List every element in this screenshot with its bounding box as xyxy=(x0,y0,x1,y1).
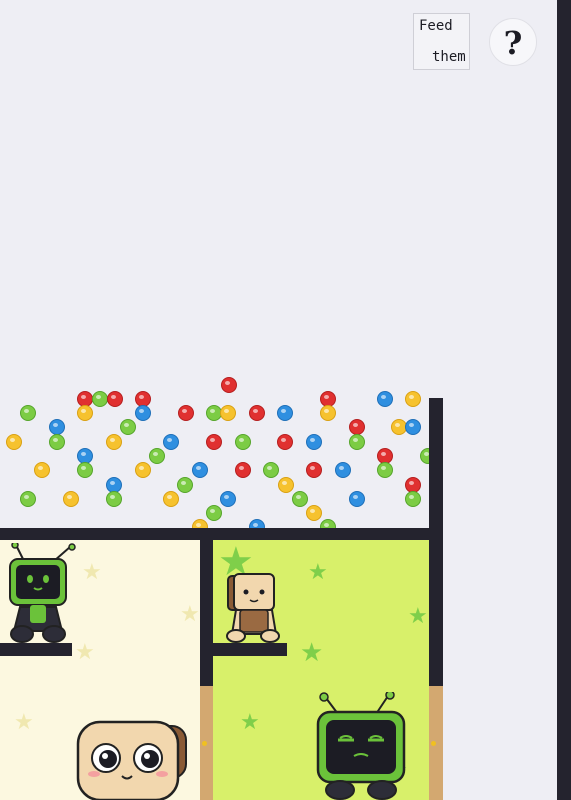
ball xyxy=(206,434,222,450)
ball xyxy=(306,462,322,478)
ball xyxy=(220,491,236,507)
ball xyxy=(335,462,351,478)
them-label: them xyxy=(432,49,466,65)
ball xyxy=(77,462,93,478)
toast-creature[interactable] xyxy=(70,716,190,800)
ball xyxy=(135,405,151,421)
ball xyxy=(405,419,421,435)
door-knob xyxy=(202,741,207,746)
ball xyxy=(163,491,179,507)
room-divider xyxy=(200,540,213,686)
ball xyxy=(349,419,365,435)
ball xyxy=(163,434,179,450)
ball xyxy=(6,434,22,450)
ball xyxy=(106,434,122,450)
feed-label: Feed xyxy=(419,18,453,34)
ball xyxy=(263,462,279,478)
ball xyxy=(277,434,293,450)
door-knob xyxy=(431,741,436,746)
ball xyxy=(92,391,108,407)
ball xyxy=(235,434,251,450)
ball xyxy=(20,491,36,507)
ball xyxy=(106,491,122,507)
star-decoration: ★ xyxy=(408,604,428,629)
ball xyxy=(320,405,336,421)
ball xyxy=(77,405,93,421)
star-decoration: ★ xyxy=(240,710,260,735)
ball xyxy=(149,448,165,464)
ball xyxy=(63,491,79,507)
pit-right-wall xyxy=(429,398,443,540)
tv-head-creature[interactable] xyxy=(2,543,82,647)
feed-them-button[interactable]: Feed them xyxy=(413,13,470,70)
ball xyxy=(49,434,65,450)
ball xyxy=(306,505,322,521)
ball xyxy=(278,477,294,493)
ball xyxy=(107,391,123,407)
ball xyxy=(206,505,222,521)
ball xyxy=(306,434,322,450)
ball xyxy=(377,462,393,478)
ceiling-wall xyxy=(0,528,443,540)
star-decoration: ★ xyxy=(308,560,328,585)
right-wall xyxy=(557,0,571,800)
ball xyxy=(249,405,265,421)
ball xyxy=(235,462,251,478)
ball xyxy=(405,391,421,407)
ball xyxy=(221,377,237,393)
ball xyxy=(120,419,136,435)
star-decoration: ★ xyxy=(82,560,102,585)
star-decoration: ★ xyxy=(300,638,324,668)
room-right-wall xyxy=(429,540,443,686)
ball xyxy=(34,462,50,478)
ball xyxy=(349,434,365,450)
green-tv-creature[interactable] xyxy=(312,692,412,800)
help-button[interactable]: ? xyxy=(489,18,537,66)
ball xyxy=(49,419,65,435)
box-head-creature[interactable] xyxy=(222,570,284,646)
ball xyxy=(377,391,393,407)
ball xyxy=(220,405,236,421)
ball xyxy=(178,405,194,421)
star-decoration: ★ xyxy=(180,602,200,627)
ball xyxy=(349,491,365,507)
ball xyxy=(292,491,308,507)
ball xyxy=(192,462,208,478)
ball xyxy=(20,405,36,421)
ball xyxy=(177,477,193,493)
ball xyxy=(135,462,151,478)
star-decoration: ★ xyxy=(14,710,34,735)
ball xyxy=(277,405,293,421)
ball xyxy=(405,491,421,507)
